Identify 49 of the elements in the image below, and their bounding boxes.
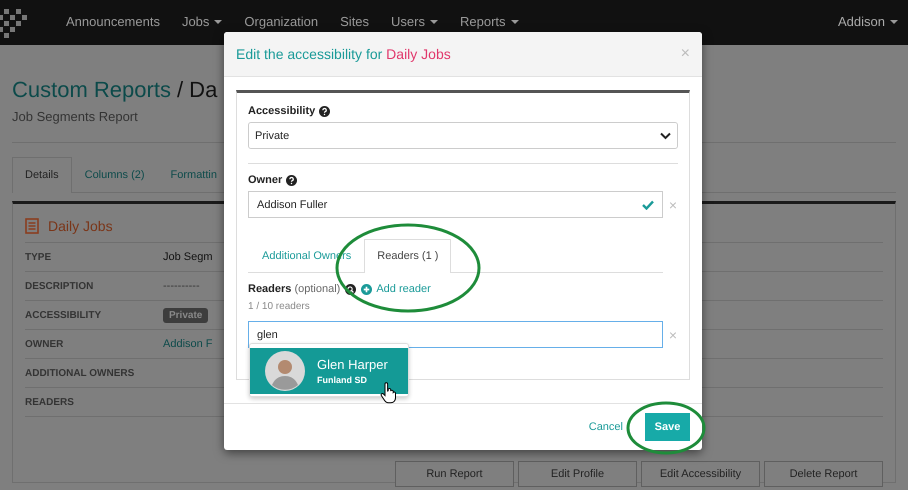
list-icon	[25, 218, 39, 234]
panel-title: Daily Jobs	[48, 218, 113, 234]
page-subtitle: Job Segments Report	[12, 109, 138, 124]
plus-icon[interactable]	[361, 284, 372, 294]
nav-link[interactable]: Announcements	[66, 14, 160, 29]
action-button[interactable]: Edit Profile	[518, 461, 637, 487]
nav-link[interactable]: Organization	[244, 14, 318, 29]
field-label: Accessibility	[248, 105, 316, 117]
save-button[interactable]: Save	[645, 413, 690, 441]
action-button[interactable]: Edit Accessibility	[641, 461, 760, 487]
nav-link[interactable]: Users	[391, 14, 438, 29]
cancel-link[interactable]: Cancel	[588, 421, 623, 433]
help-icon[interactable]	[286, 174, 298, 186]
row-label: ACCESSIBILITY	[25, 310, 102, 320]
row-value: ----------	[163, 280, 200, 292]
owner-field[interactable]: Addison Fuller	[248, 191, 663, 218]
suggestion-item[interactable]: Glen Harper Funland SD	[250, 348, 408, 394]
caret-icon	[660, 132, 671, 140]
page-title[interactable]: Custom Reports	[12, 77, 171, 103]
action-button[interactable]: Delete Report	[764, 461, 883, 487]
nav-link[interactable]: Reports	[460, 14, 519, 29]
row-value: Job Segm	[163, 251, 213, 263]
add-reader-link[interactable]: Add reader	[376, 283, 431, 295]
status-badge: Private	[163, 308, 208, 322]
page-title-rest: / Da	[176, 77, 218, 103]
modal-title: Edit the accessibility for Daily Jobs	[236, 46, 451, 62]
field-label: Owner	[248, 174, 282, 186]
owner-link[interactable]: Addison F	[163, 338, 213, 350]
reader-search-field[interactable]: glen	[248, 321, 663, 348]
field-label: Readers (optional)	[248, 283, 340, 295]
nav-link[interactable]: Sites	[340, 14, 370, 29]
help-icon[interactable]	[319, 106, 330, 116]
search-icon	[345, 284, 356, 294]
user-menu[interactable]: Addison	[838, 14, 898, 29]
select-field[interactable]: Private	[248, 122, 678, 149]
reader-count: 1 / 10 readers	[248, 301, 311, 312]
avatar-icon	[265, 351, 305, 391]
tab[interactable]: Readers (1 )	[364, 239, 452, 273]
action-button[interactable]: Run Report	[395, 461, 514, 487]
row-label: TYPE	[25, 252, 52, 262]
suggestion-name: Glen Harper	[317, 357, 388, 372]
row-label: DESCRIPTION	[25, 280, 94, 292]
nav-link[interactable]: Jobs	[182, 14, 222, 29]
suggestion-org: Funland SD	[317, 375, 368, 385]
row-label: OWNER	[25, 338, 64, 350]
tab[interactable]: Details	[12, 157, 72, 193]
tab[interactable]: Columns (2)	[72, 157, 158, 192]
row-label: ADDITIONAL OWNERS	[25, 368, 136, 378]
row-label: READERS	[25, 396, 75, 408]
